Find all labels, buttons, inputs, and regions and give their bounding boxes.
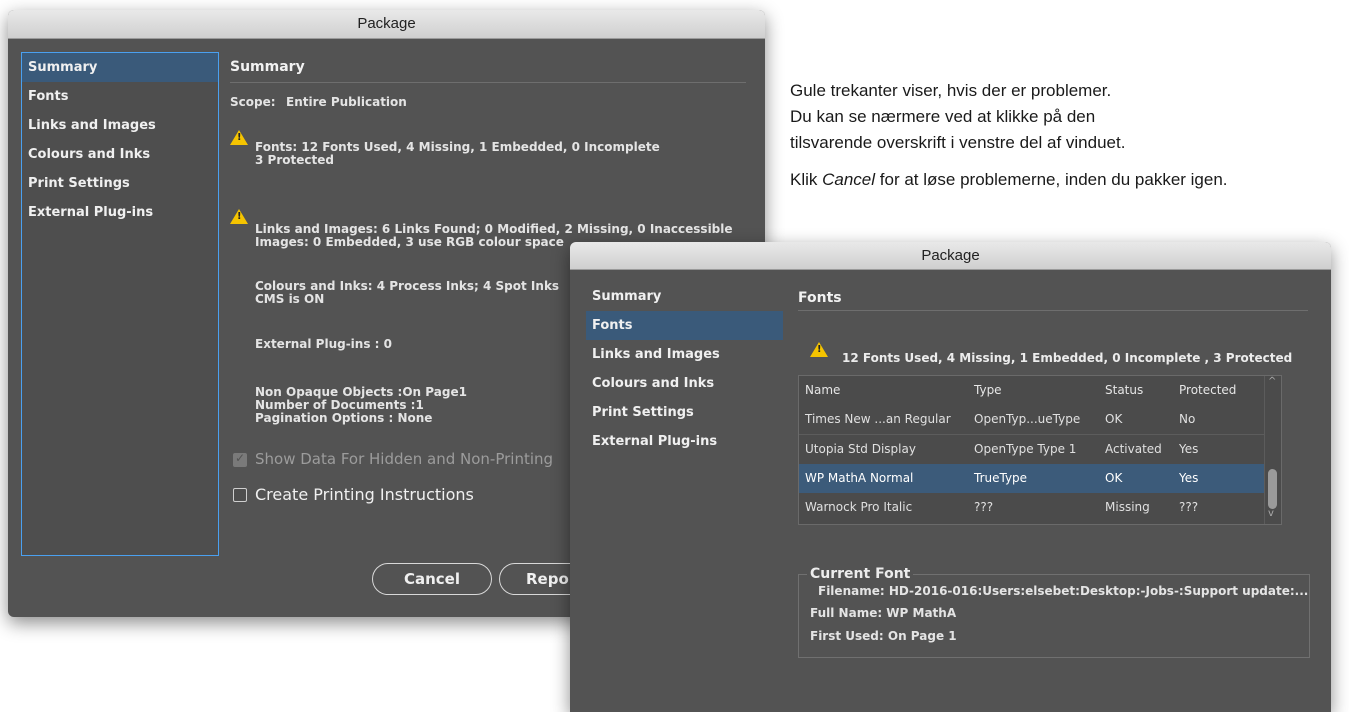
package-dialog-fonts: Package Summary Fonts Links and Images C… xyxy=(570,242,1331,712)
table-row[interactable]: Warnock Pro Italic ??? Missing ??? xyxy=(799,493,1265,522)
column-header-name[interactable]: Name xyxy=(805,376,840,405)
cell-type: OpenType Type 1 xyxy=(974,442,1077,456)
sidebar-item-colours-and-inks[interactable]: Colours and Inks xyxy=(22,140,218,169)
fonts-summary-line2: 3 Protected xyxy=(255,153,334,167)
info-line4-cancel: Cancel xyxy=(822,170,876,189)
cell-name: Times New ...an Regular xyxy=(805,412,951,426)
warning-icon: ! xyxy=(810,342,828,357)
sidebar-item-print-settings[interactable]: Print Settings xyxy=(586,398,783,427)
cancel-button[interactable]: Cancel xyxy=(372,563,492,595)
current-font-title: Current Font xyxy=(807,566,914,582)
section-divider xyxy=(798,310,1308,311)
cell-status: Activated xyxy=(1105,442,1162,456)
info-line4-post: for at løse problemerne, inden du pakker… xyxy=(875,170,1228,189)
show-hidden-data-label: Show Data For Hidden and Non-Printing xyxy=(255,450,554,468)
cell-status: OK xyxy=(1105,412,1123,426)
column-header-protected[interactable]: Protected xyxy=(1179,376,1236,405)
misc-summary-line3: Pagination Options : None xyxy=(255,411,433,425)
scrollbar-thumb[interactable] xyxy=(1268,469,1277,509)
dialog-title: Package xyxy=(8,10,765,39)
scroll-down-icon[interactable]: v xyxy=(1268,508,1274,519)
scope-label: Scope: xyxy=(230,95,276,109)
sidebar-item-summary[interactable]: Summary xyxy=(22,53,218,82)
dialog-title: Package xyxy=(570,242,1331,270)
create-printing-instructions-checkbox[interactable] xyxy=(233,488,247,502)
info-line4: Klik Cancel for at løse problemerne, ind… xyxy=(790,167,1228,192)
column-header-type[interactable]: Type xyxy=(974,376,1002,405)
table-row-selected[interactable]: WP MathA Normal TrueType OK Yes xyxy=(799,464,1265,493)
cell-name: Utopia Std Display xyxy=(805,442,916,456)
table-scrollbar[interactable]: ^ v xyxy=(1264,376,1281,524)
info-line1: Gule trekanter viser, hvis der er proble… xyxy=(790,81,1112,100)
cell-status: OK xyxy=(1105,471,1123,485)
cell-type: OpenTyp...ueType xyxy=(974,412,1081,426)
fonts-table: Name Type Status Protected Times New ...… xyxy=(798,375,1282,525)
current-font-group: Current Font Filename: HD-2016-016:Users… xyxy=(798,566,1310,658)
sidebar-item-external-plugins[interactable]: External Plug-ins xyxy=(586,427,783,456)
colours-summary-line2: CMS is ON xyxy=(255,292,325,306)
table-row[interactable]: Times New ...an Regular OpenTyp...ueType… xyxy=(799,405,1265,434)
current-font-first-used: First Used: On Page 1 xyxy=(810,629,957,643)
sidebar: Summary Fonts Links and Images Colours a… xyxy=(586,282,783,712)
cell-protected: Yes xyxy=(1179,442,1199,456)
cell-protected: ??? xyxy=(1179,500,1199,514)
current-font-filename: Filename: HD-2016-016:Users:elsebet:Desk… xyxy=(818,584,1309,598)
warning-icon: ! xyxy=(230,130,248,145)
cell-protected: No xyxy=(1179,412,1196,426)
info-line4-pre: Klik xyxy=(790,170,823,189)
sidebar-item-colours-and-inks[interactable]: Colours and Inks xyxy=(586,369,783,398)
section-divider xyxy=(230,82,746,83)
section-title: Fonts xyxy=(798,290,842,306)
scroll-up-icon[interactable]: ^ xyxy=(1268,376,1276,387)
cell-protected: Yes xyxy=(1179,471,1199,485)
sidebar-item-fonts[interactable]: Fonts xyxy=(586,311,783,340)
plugins-summary: External Plug-ins : 0 xyxy=(255,337,392,351)
info-line2: Du kan se nærmere ved at klikke på den xyxy=(790,107,1096,126)
info-line3: tilsvarende overskrift i venstre del af … xyxy=(790,133,1126,152)
links-summary-line2: Images: 0 Embedded, 3 use RGB colour spa… xyxy=(255,235,564,249)
sidebar: Summary Fonts Links and Images Colours a… xyxy=(21,52,219,556)
table-row[interactable]: Utopia Std Display OpenType Type 1 Activ… xyxy=(799,434,1265,464)
sidebar-item-external-plugins[interactable]: External Plug-ins xyxy=(22,198,218,227)
sidebar-item-fonts[interactable]: Fonts xyxy=(22,82,218,111)
sidebar-item-links-and-images[interactable]: Links and Images xyxy=(22,111,218,140)
scope-value: Entire Publication xyxy=(286,95,407,109)
sidebar-item-summary[interactable]: Summary xyxy=(586,282,783,311)
cell-name: Warnock Pro Italic xyxy=(805,500,913,514)
column-header-status[interactable]: Status xyxy=(1105,376,1143,405)
cell-type: ??? xyxy=(974,500,994,514)
section-title: Summary xyxy=(230,59,305,75)
sidebar-item-links-and-images[interactable]: Links and Images xyxy=(586,340,783,369)
warning-icon: ! xyxy=(230,209,248,224)
create-printing-instructions-label: Create Printing Instructions xyxy=(255,485,474,504)
sidebar-item-print-settings[interactable]: Print Settings xyxy=(22,169,218,198)
cell-name: WP MathA Normal xyxy=(805,471,914,485)
table-header: Name Type Status Protected xyxy=(799,376,1265,405)
cell-type: TrueType xyxy=(974,471,1028,485)
cell-status: Missing xyxy=(1105,500,1150,514)
current-font-full-name: Full Name: WP MathA xyxy=(810,606,957,620)
fonts-summary: 12 Fonts Used, 4 Missing, 1 Embedded, 0 … xyxy=(842,351,1293,365)
show-hidden-data-checkbox[interactable] xyxy=(233,451,247,467)
